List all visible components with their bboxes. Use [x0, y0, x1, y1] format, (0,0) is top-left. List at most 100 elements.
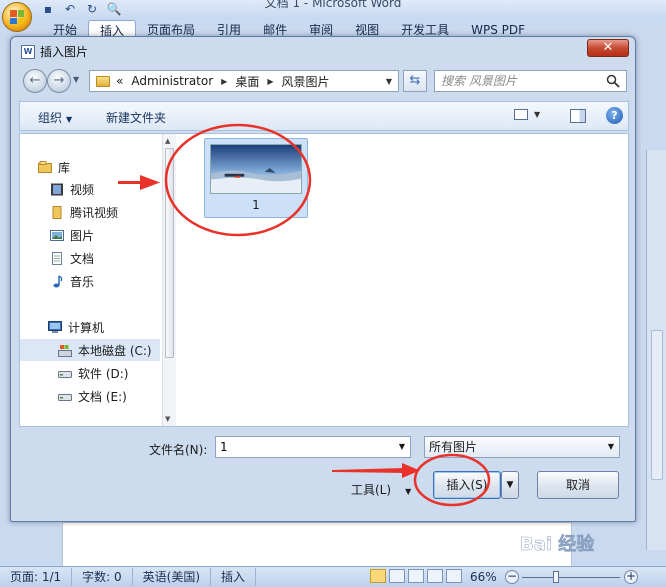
folder-icon — [52, 205, 62, 219]
command-bar: 组织 ▼ 新建文件夹 ▼ ? — [19, 101, 629, 131]
help-icon[interactable]: ? — [606, 107, 623, 124]
breadcrumb-administrator[interactable]: Administrator — [131, 74, 213, 88]
search-icon[interactable] — [606, 74, 620, 88]
zoom-slider[interactable] — [522, 577, 620, 578]
organize-button[interactable]: 组织 ▼ — [38, 109, 72, 126]
nav-item-label: 视频 — [70, 182, 95, 197]
chevron-right-icon[interactable]: ▶ — [221, 77, 227, 86]
chevron-down-icon[interactable]: ▼ — [399, 442, 405, 451]
nav-pane-scrollbar[interactable]: ▲ ▼ — [162, 134, 176, 426]
organize-label: 组织 — [38, 111, 63, 125]
drive-icon — [58, 370, 72, 378]
nav-item-label: 腾讯视频 — [70, 205, 119, 220]
save-icon[interactable]: ▪ — [40, 2, 56, 16]
nav-libraries-label: 库 — [58, 160, 71, 175]
word-document-icon: W — [21, 44, 35, 59]
drive-icon — [58, 393, 72, 401]
computer-icon — [48, 320, 62, 333]
file-item[interactable]: 1 — [204, 138, 308, 218]
nav-drive-e[interactable]: 文档 (E:) — [58, 385, 198, 407]
chevron-right-icon[interactable]: ▶ — [267, 77, 273, 86]
document-icon — [52, 251, 62, 265]
zoom-in-icon[interactable]: + — [624, 570, 638, 584]
scroll-up-icon[interactable]: ▲ — [165, 137, 170, 145]
nav-drive-c[interactable]: 本地磁盘 (C:) — [20, 339, 160, 361]
language-indicator[interactable]: 英语(美国) — [133, 568, 212, 586]
tools-label: 工具(L) — [351, 483, 392, 497]
cancel-button[interactable]: 取消 — [537, 471, 619, 499]
page-count[interactable]: 页面: 1/1 — [0, 568, 73, 586]
status-bar: 页面: 1/1 字数: 0 英语(美国) 插入 66% − + — [0, 566, 666, 587]
nav-item-label: 软件 (D:) — [78, 366, 129, 381]
nav-item-label: 文档 (E:) — [78, 389, 127, 404]
insert-options-button[interactable]: ▼ — [501, 471, 519, 499]
close-button[interactable]: ✕ — [587, 39, 629, 57]
web-layout-icon[interactable] — [408, 569, 424, 583]
filename-label: 文件名(N): — [149, 443, 208, 457]
zoom-level[interactable]: 66% — [470, 567, 497, 587]
redo-icon[interactable]: ↻ — [84, 2, 100, 16]
back-button[interactable]: ← — [23, 69, 47, 93]
change-view-button[interactable]: ▼ — [514, 109, 540, 120]
refresh-button[interactable]: ⇆ — [403, 70, 427, 92]
scroll-thumb[interactable] — [651, 330, 663, 480]
view-icon — [514, 109, 528, 120]
zoom-slider-thumb[interactable] — [553, 571, 559, 583]
search-input[interactable] — [441, 73, 601, 89]
zoom-out-icon[interactable]: − — [505, 570, 519, 584]
forward-button[interactable]: → — [47, 69, 71, 93]
view-switcher — [370, 569, 462, 583]
filename-combobox: ▼ — [215, 436, 411, 458]
nav-drive-d[interactable]: 软件 (D:) — [58, 362, 198, 384]
folder-icon — [96, 75, 110, 87]
breadcrumb-overflow[interactable]: « — [116, 74, 123, 88]
file-type-value: 所有图片 — [429, 440, 478, 454]
dialog-footer: 文件名(N): ▼ 所有图片 ▼ 工具(L) ▼ 插入(S) ▼ 取消 — [19, 429, 629, 515]
insert-button[interactable]: 插入(S) — [433, 471, 501, 499]
breadcrumb-desktop[interactable]: 桌面 — [235, 73, 259, 90]
recent-locations-icon[interactable]: ▼ — [73, 75, 79, 84]
draft-icon[interactable] — [446, 569, 462, 583]
outline-icon[interactable] — [427, 569, 443, 583]
full-screen-reading-icon[interactable] — [389, 569, 405, 583]
insert-mode[interactable]: 插入 — [211, 568, 257, 586]
address-bar[interactable]: « Administrator ▶ 桌面 ▶ 风景图片 ▼ — [89, 70, 399, 92]
word-count[interactable]: 字数: 0 — [72, 568, 133, 586]
filename-input[interactable] — [220, 439, 390, 455]
nav-libraries[interactable]: 库 — [38, 156, 178, 178]
chevron-down-icon: ▼ — [607, 442, 614, 451]
nav-item-label: 图片 — [70, 228, 95, 243]
breadcrumb-landscape-pictures[interactable]: 风景图片 — [281, 73, 329, 90]
navigation-pane: 库 视频 腾讯视频 图片 文档 音乐 计算机 本地磁盘 (C:) 软件 (D:)… — [20, 134, 178, 426]
library-icon — [38, 160, 52, 173]
nav-item-label: 本地磁盘 (C:) — [78, 343, 152, 358]
scroll-down-icon[interactable]: ▼ — [165, 415, 170, 423]
undo-icon[interactable]: ↶ — [62, 2, 78, 16]
preview-pane-icon[interactable] — [570, 109, 586, 123]
insert-picture-dialog: W 插入图片 ✕ ← → ▼ « Administrator ▶ 桌面 ▶ 风景… — [10, 36, 636, 522]
nav-item-label: 音乐 — [70, 274, 95, 289]
dialog-title: 插入图片 — [40, 45, 89, 59]
print-layout-icon[interactable] — [370, 569, 386, 583]
new-folder-button[interactable]: 新建文件夹 — [106, 109, 166, 126]
image-thumbnail — [210, 144, 302, 194]
file-item-name: 1 — [252, 198, 260, 212]
file-list: 1 — [178, 134, 628, 426]
scroll-thumb[interactable] — [165, 148, 174, 358]
picture-icon — [50, 229, 64, 241]
music-icon — [53, 274, 63, 287]
chevron-down-icon: ▼ — [534, 110, 541, 119]
dialog-title-bar: W 插入图片 — [21, 43, 88, 60]
print-preview-icon[interactable]: 🔍 — [106, 2, 122, 16]
tools-button[interactable]: 工具(L) ▼ — [351, 481, 411, 498]
word-vertical-scrollbar[interactable] — [646, 150, 666, 550]
video-icon — [51, 183, 63, 195]
chevron-down-icon: ▼ — [405, 487, 412, 496]
search-box — [434, 70, 627, 92]
quick-access-toolbar: ▪ ↶ ↻ 🔍 — [40, 0, 122, 18]
chevron-down-icon[interactable]: ▼ — [386, 77, 392, 86]
office-button[interactable] — [2, 2, 32, 32]
document-page[interactable] — [62, 522, 572, 567]
system-drive-icon — [58, 344, 72, 357]
file-type-select[interactable]: 所有图片 ▼ — [424, 436, 620, 458]
